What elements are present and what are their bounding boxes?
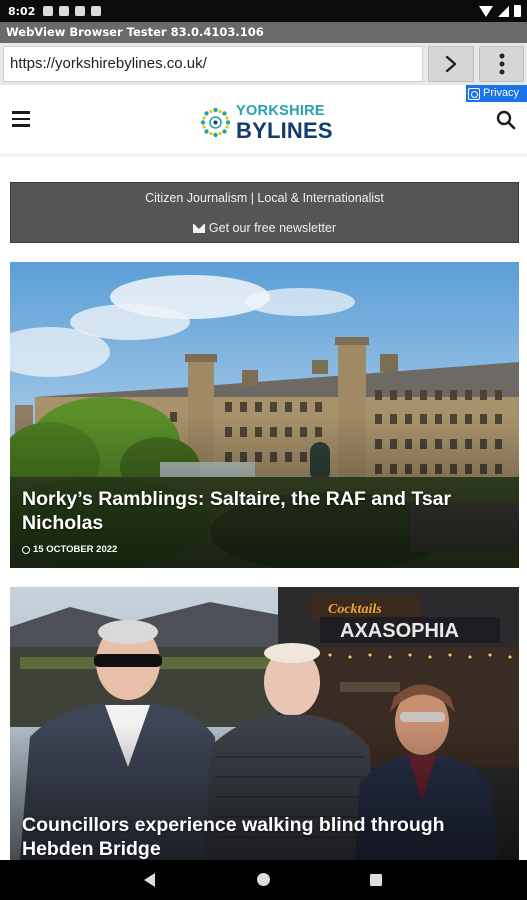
article-card[interactable]: Cocktails AXASOPHIA Councillors experien… <box>10 587 519 860</box>
privacy-icon <box>468 87 480 100</box>
envelope-icon <box>192 223 205 233</box>
hamburger-icon[interactable] <box>12 111 30 127</box>
svg-text:AXASOPHIA: AXASOPHIA <box>340 620 459 642</box>
article-title[interactable]: Councillors experience walking blind thr… <box>22 813 469 860</box>
clock-icon <box>22 545 30 554</box>
more-vert-icon <box>499 53 504 75</box>
back-icon[interactable] <box>144 873 155 887</box>
banner-tagline: Citizen Journalism | Local & Internation… <box>145 191 384 205</box>
article-date: 15 OCTOBER 2022 <box>22 544 117 555</box>
overflow-menu-button[interactable] <box>479 46 524 82</box>
newsletter-label: Get our free newsletter <box>208 221 337 235</box>
logo-text-top: YORKSHIRE <box>236 103 325 119</box>
article-date-text: 15 OCTOBER 2022 <box>33 544 118 555</box>
tagline-banner: Citizen Journalism | Local & Internation… <box>10 182 519 243</box>
status-time: 8:02 <box>8 4 36 18</box>
signal-icon <box>498 5 509 17</box>
notification-icon <box>91 6 102 16</box>
svg-text:Cocktails: Cocktails <box>328 602 382 617</box>
url-bar: https://yorkshirebylines.co.uk/ <box>0 43 527 85</box>
recents-icon[interactable] <box>370 874 382 886</box>
home-icon[interactable] <box>257 873 270 886</box>
battery-icon <box>514 5 521 17</box>
notification-icon <box>43 6 54 16</box>
search-icon[interactable] <box>496 110 516 130</box>
go-button[interactable] <box>428 46 474 82</box>
logo-star-icon <box>200 108 231 138</box>
notification-icon <box>59 6 70 16</box>
article-title[interactable]: Norky’s Ramblings: Saltaire, the RAF and… <box>22 487 469 535</box>
url-input[interactable]: https://yorkshirebylines.co.uk/ <box>3 46 423 82</box>
status-bar: 8:02 <box>0 0 527 22</box>
chevron-right-icon <box>445 55 457 73</box>
newsletter-link[interactable]: Get our free newsletter <box>11 221 518 235</box>
status-icons <box>479 5 521 17</box>
privacy-badge[interactable]: Privacy <box>466 85 527 102</box>
navigation-bar <box>0 860 527 900</box>
site-header: YORKSHIRE BYLINES <box>0 85 527 155</box>
logo-text-bottom: BYLINES <box>236 117 333 143</box>
privacy-label: Privacy <box>483 87 520 99</box>
notification-icon <box>75 6 86 16</box>
app-title: WebView Browser Tester 83.0.4103.106 <box>0 22 527 43</box>
article-card[interactable]: Norky’s Ramblings: Saltaire, the RAF and… <box>10 262 519 568</box>
wifi-icon <box>479 5 493 17</box>
site-logo[interactable]: YORKSHIRE BYLINES <box>200 104 333 142</box>
